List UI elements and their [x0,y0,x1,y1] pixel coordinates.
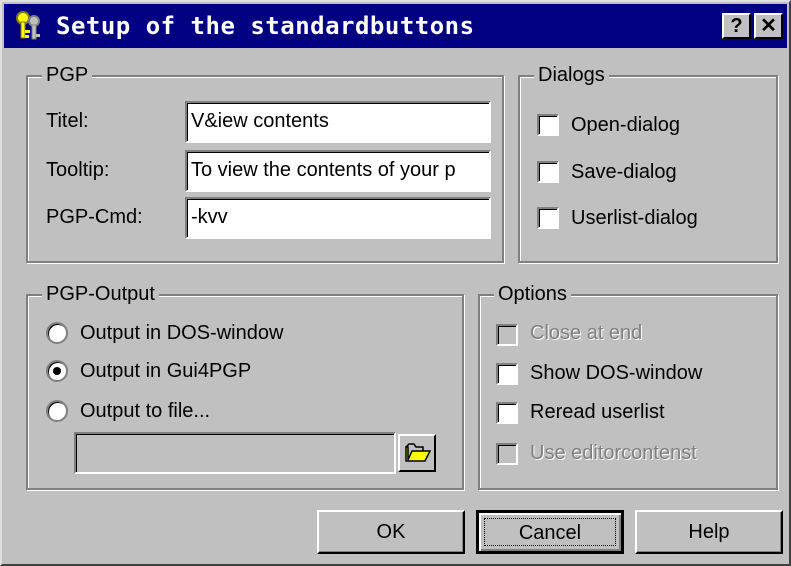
keys-icon [12,10,46,42]
checkbox-label[interactable]: Userlist-dialog [571,205,698,231]
options-group-legend: Options [494,282,571,306]
checkbox-label[interactable]: Save-dialog [571,159,677,185]
tooltip-field[interactable]: To view the contents of your p [185,150,491,192]
checkbox-label[interactable]: Use editorcontenst [530,440,697,466]
tooltip-label: Tooltip: [46,159,110,181]
radio-label[interactable]: Output in DOS-window [80,320,283,346]
radio-button[interactable] [46,360,68,382]
close-button[interactable]: ✕ [754,13,783,39]
browse-folder-button[interactable] [398,434,436,472]
cancel-button[interactable]: Cancel [476,510,624,554]
radio-label[interactable]: Output to file... [80,398,210,424]
pgp-group-legend: PGP [42,63,93,87]
checkbox-box[interactable] [537,207,559,229]
checkbox-box[interactable] [496,443,518,465]
checkbox-box[interactable] [496,324,518,346]
checkbox-box[interactable] [537,114,559,136]
checkbox-label[interactable]: Open-dialog [571,112,680,138]
radio-button[interactable] [46,400,68,422]
dialogs-group-legend: Dialogs [534,63,609,87]
cancel-button-label: Cancel [518,522,582,544]
titel-label: Titel: [46,110,89,132]
radio-selected-dot [53,367,61,375]
window-title: Setup of the standardbuttons [56,12,475,40]
checkbox-box[interactable] [496,402,518,424]
pgp-cmd-field[interactable]: -kvv [185,197,491,239]
ok-button[interactable]: OK [317,510,465,554]
checkbox-label[interactable]: Show DOS-window [530,360,702,386]
context-help-button[interactable]: ? [722,13,751,39]
checkbox-box[interactable] [537,161,559,183]
pgp-cmd-label: PGP-Cmd: [46,206,143,228]
checkbox-box[interactable] [496,363,518,385]
folder-open-icon [405,443,432,468]
help-button[interactable]: Help [635,510,783,554]
radio-button[interactable] [46,322,68,344]
radio-label[interactable]: Output in Gui4PGP [80,358,251,384]
checkbox-label[interactable]: Reread userlist [530,399,665,425]
title-bar[interactable]: Setup of the standardbuttons ? ✕ [4,4,787,48]
pgp-output-group-legend: PGP-Output [42,282,159,306]
titel-field[interactable]: V&iew contents [185,101,491,143]
setup-dialog: Setup of the standardbuttons ? ✕ PGP Tit… [0,0,791,566]
checkbox-label[interactable]: Close at end [530,320,642,346]
output-file-field[interactable] [74,432,396,474]
